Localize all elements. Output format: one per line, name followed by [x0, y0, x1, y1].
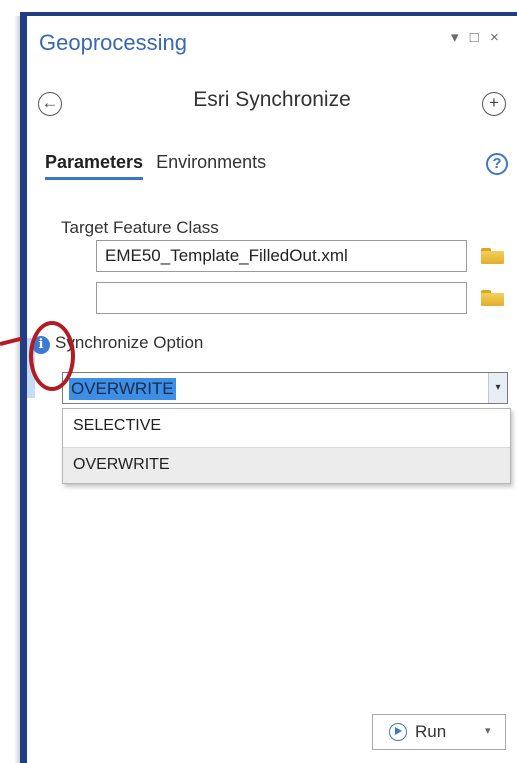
- tool-header: Esri Synchronize ← +: [27, 86, 517, 120]
- pane-title: Geoprocessing: [39, 30, 187, 55]
- synchronize-option-value: OVERWRITE: [69, 378, 176, 400]
- run-label: Run: [415, 722, 447, 741]
- target-feature-class-input[interactable]: [96, 240, 467, 272]
- browse-folder-icon[interactable]: [481, 248, 504, 264]
- run-dropdown-icon[interactable]: ▾: [485, 724, 491, 737]
- tool-name: Esri Synchronize: [193, 88, 351, 111]
- help-icon[interactable]: ?: [486, 153, 508, 175]
- synchronize-option-select[interactable]: OVERWRITE ▾: [62, 372, 508, 404]
- highlight-circle: [29, 321, 75, 391]
- window-controls: ▾ □ ×: [451, 28, 506, 46]
- synchronize-option-label: Synchronize Option: [55, 333, 204, 352]
- restore-icon[interactable]: □: [470, 29, 479, 46]
- geoprocessing-pane: Geoprocessing ▾ □ × Esri Synchronize ← +…: [27, 16, 517, 763]
- browse-folder-icon-2[interactable]: [481, 290, 504, 306]
- play-icon: [389, 723, 407, 741]
- dropdown-arrow-icon[interactable]: ▾: [488, 373, 507, 403]
- tab-strip: Parameters Environments: [45, 152, 274, 180]
- target-feature-class-label: Target Feature Class: [61, 218, 219, 237]
- option-overwrite[interactable]: OVERWRITE: [63, 447, 510, 483]
- option-selective[interactable]: SELECTIVE: [63, 409, 510, 445]
- run-button[interactable]: Run ▾: [372, 714, 506, 750]
- close-icon[interactable]: ×: [490, 29, 499, 46]
- tab-parameters[interactable]: Parameters: [45, 152, 144, 180]
- back-arrow-icon[interactable]: ←: [38, 92, 62, 116]
- tab-environments[interactable]: Environments: [156, 152, 266, 177]
- pane-menu-icon[interactable]: ▾: [451, 28, 459, 46]
- add-circle-icon[interactable]: +: [482, 92, 506, 116]
- synchronize-option-list: SELECTIVE OVERWRITE: [62, 408, 511, 484]
- second-feature-class-input[interactable]: [96, 282, 467, 314]
